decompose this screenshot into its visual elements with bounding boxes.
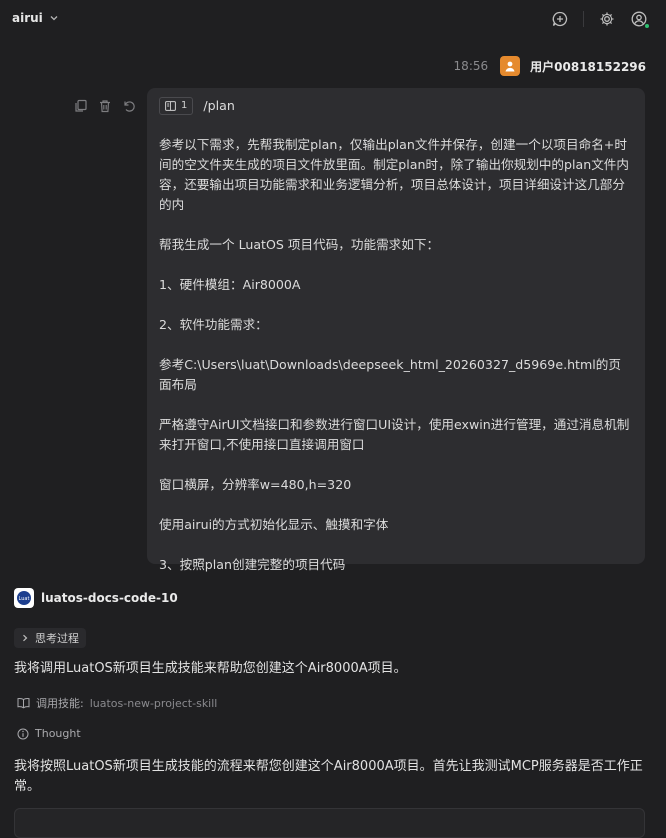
user-message-header: 18:56 用户00818152296 xyxy=(454,56,646,76)
undo-icon[interactable] xyxy=(122,98,136,112)
tool-call-panel[interactable] xyxy=(14,808,645,838)
delete-icon[interactable] xyxy=(98,98,112,113)
new-chat-icon[interactable] xyxy=(551,10,569,28)
message-paragraph: 1、硬件模组：Air8000A xyxy=(159,277,301,292)
assistant-text: 我将调用LuatOS新项目生成技能来帮助您创建这个Air8000A项目。 xyxy=(14,661,407,676)
account-icon[interactable] xyxy=(630,10,650,29)
user-message-bubble: 1 /plan 参考以下需求，先帮我制定plan，仅输出plan文件并保存，创建… xyxy=(147,88,645,572)
attachment-count: 1 xyxy=(181,100,188,111)
username: 用户00818152296 xyxy=(530,59,646,74)
thought-row[interactable]: Thought xyxy=(17,727,81,740)
assistant-avatar: Luat xyxy=(14,588,34,608)
message-time: 18:56 xyxy=(453,59,489,73)
command-text: /plan xyxy=(203,98,235,113)
online-status-dot xyxy=(644,23,650,29)
skill-name: luatos-new-project-skill xyxy=(89,696,218,710)
message-paragraph: 帮我生成一个 LuatOS 项目代码，功能需求如下： xyxy=(159,237,440,252)
app-switcher[interactable]: airui xyxy=(12,11,59,25)
thinking-label: 思考过程 xyxy=(35,632,79,645)
attachment-chip[interactable]: 1 xyxy=(159,97,194,115)
user-avatar xyxy=(500,56,521,76)
chevron-down-icon xyxy=(50,16,58,21)
message-paragraph: 使用airui的方式初始化显示、触摸和字体 xyxy=(159,517,389,532)
skill-prefix: 调用技能: xyxy=(36,697,84,710)
thought-label: Thought xyxy=(35,727,81,740)
chevron-right-icon xyxy=(23,634,28,642)
divider xyxy=(583,11,584,27)
info-icon xyxy=(17,728,29,739)
message-paragraph: 3、按照plan创建完整的项目代码 xyxy=(159,557,346,572)
message-paragraph: 严格遵守AirUI文档接口和参数进行窗口UI设计，使用exwin进行管理，通过消… xyxy=(159,417,630,452)
book-open-icon xyxy=(17,697,30,709)
message-actions xyxy=(74,98,136,113)
luat-logo-icon: Luat xyxy=(17,591,31,605)
user-icon xyxy=(505,61,515,72)
svg-text:Luat: Luat xyxy=(19,596,30,602)
message-paragraph: 2、软件功能需求： xyxy=(159,317,268,332)
skill-call-row[interactable]: 调用技能: luatos-new-project-skill xyxy=(17,695,217,711)
app-name: airui xyxy=(12,11,43,25)
top-bar: airui xyxy=(0,0,666,38)
book-icon xyxy=(165,101,176,111)
assistant-name: luatos-docs-code-10 xyxy=(41,591,178,605)
gear-icon[interactable] xyxy=(598,10,616,28)
assistant-text: 我将按照LuatOS新项目生成技能的流程来帮您创建这个Air8000A项目。首先… xyxy=(14,759,643,794)
message-paragraph: 参考以下需求，先帮我制定plan，仅输出plan文件并保存，创建一个以项目命名+… xyxy=(159,137,629,212)
assistant-header: Luat luatos-docs-code-10 xyxy=(14,588,178,608)
thinking-toggle[interactable]: 思考过程 xyxy=(14,628,86,648)
copy-icon[interactable] xyxy=(74,98,88,112)
message-paragraph: 参考C:\Users\luat\Downloads\deepseek_html_… xyxy=(159,357,621,392)
message-paragraph: 窗口横屏，分辨率w=480,h=320 xyxy=(159,477,352,492)
